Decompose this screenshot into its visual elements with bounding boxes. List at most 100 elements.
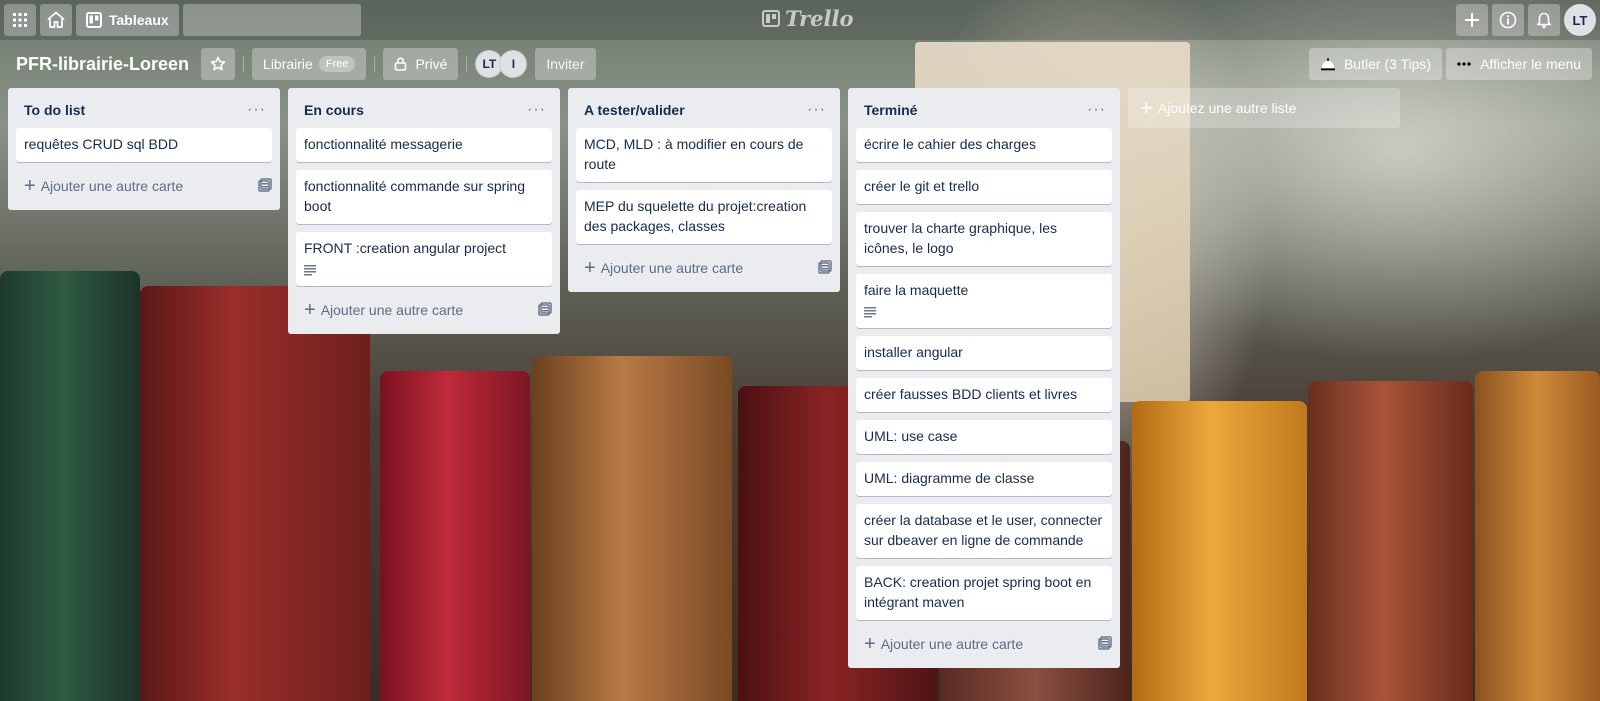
- list-footer: + Ajouter une autre carte: [848, 628, 1120, 666]
- home-icon: [47, 11, 65, 28]
- plus-icon: +: [304, 299, 316, 321]
- card[interactable]: UML: use case: [856, 420, 1112, 454]
- list-termine[interactable]: Terminé ··· écrire le cahier des charges…: [848, 88, 1120, 668]
- card[interactable]: fonctionnalité messagerie: [296, 128, 552, 162]
- board-title[interactable]: PFR-librairie-Loreen: [16, 54, 189, 75]
- list-menu-icon[interactable]: ···: [521, 101, 552, 119]
- card[interactable]: créer la database et le user, connecter …: [856, 504, 1112, 558]
- divider: [243, 56, 245, 72]
- trello-logo[interactable]: Trello: [762, 6, 854, 31]
- add-card-button[interactable]: + Ajouter une autre carte: [576, 256, 751, 280]
- list-menu-icon[interactable]: ···: [1081, 101, 1112, 119]
- card[interactable]: UML: diagramme de classe: [856, 462, 1112, 496]
- description-icon: [864, 304, 1104, 320]
- card-template-icon[interactable]: [538, 301, 552, 319]
- invite-label: Inviter: [546, 56, 585, 72]
- card[interactable]: requêtes CRUD sql BDD: [16, 128, 272, 162]
- add-card-label: Ajouter une autre carte: [600, 260, 744, 276]
- grid-icon: [13, 13, 27, 27]
- card-title: créer la database et le user, connecter …: [864, 512, 1103, 548]
- list-title[interactable]: To do list: [24, 102, 85, 118]
- list-en-cours[interactable]: En cours ··· fonctionnalité messagerie f…: [288, 88, 560, 334]
- card[interactable]: MEP du squelette du projet:creation des …: [576, 190, 832, 244]
- visibility-button[interactable]: Privé: [383, 48, 459, 80]
- list-footer: + Ajouter une autre carte: [568, 252, 840, 290]
- plan-badge: Free: [318, 56, 356, 72]
- card-template-icon[interactable]: [1098, 635, 1112, 653]
- star-icon: [210, 56, 226, 71]
- add-card-button[interactable]: + Ajouter une autre carte: [856, 632, 1031, 656]
- home-button[interactable]: [40, 4, 72, 36]
- card-title: installer angular: [864, 344, 963, 360]
- card[interactable]: BACK: creation projet spring boot en int…: [856, 566, 1112, 620]
- card-title: trouver la charte graphique, les icônes,…: [864, 220, 1057, 256]
- card-template-icon[interactable]: [258, 177, 272, 195]
- description-icon: [304, 262, 544, 278]
- bell-icon: [1536, 12, 1552, 28]
- plus-icon: +: [584, 257, 596, 279]
- plus-icon: +: [24, 175, 36, 197]
- boards-label: Tableaux: [109, 12, 169, 28]
- divider: [374, 56, 376, 72]
- search-input[interactable]: [163, 12, 353, 28]
- card-list: requêtes CRUD sql BDD: [8, 128, 280, 162]
- plus-icon: [1465, 13, 1479, 27]
- card-list: fonctionnalité messagerie fonctionnalité…: [288, 128, 560, 286]
- user-avatar[interactable]: LT: [1564, 4, 1596, 36]
- card[interactable]: fonctionnalité commande sur spring boot: [296, 170, 552, 224]
- lock-icon: [395, 57, 407, 71]
- info-icon: [1499, 11, 1517, 29]
- card[interactable]: MCD, MLD : à modifier en cours de route: [576, 128, 832, 182]
- card-title: créer le git et trello: [864, 178, 980, 194]
- butler-button[interactable]: Butler (3 Tips): [1308, 48, 1443, 80]
- add-list-label: Ajoutez une autre liste: [1157, 100, 1297, 116]
- apps-button[interactable]: [4, 4, 36, 36]
- plus-icon: +: [1140, 95, 1153, 120]
- create-button[interactable]: [1456, 4, 1488, 36]
- info-button[interactable]: [1492, 4, 1524, 36]
- list-menu-icon[interactable]: ···: [801, 101, 832, 119]
- card-template-icon[interactable]: [818, 259, 832, 277]
- list-title[interactable]: Terminé: [864, 102, 917, 118]
- list-header: En cours ···: [288, 88, 560, 128]
- show-menu-button[interactable]: Afficher le menu: [1446, 48, 1592, 80]
- list-title[interactable]: En cours: [304, 102, 364, 118]
- member-avatar[interactable]: I: [499, 50, 528, 78]
- show-menu-label: Afficher le menu: [1480, 56, 1581, 72]
- list-header: Terminé ···: [848, 88, 1120, 128]
- invite-button[interactable]: Inviter: [535, 48, 596, 80]
- card[interactable]: trouver la charte graphique, les icônes,…: [856, 212, 1112, 266]
- card[interactable]: créer fausses BDD clients et livres: [856, 378, 1112, 412]
- search-bar[interactable]: [163, 4, 361, 36]
- list-footer: + Ajouter une autre carte: [8, 170, 280, 208]
- card-title: créer fausses BDD clients et livres: [864, 386, 1078, 402]
- logo-text: Trello: [785, 6, 854, 31]
- list-menu-icon[interactable]: ···: [241, 101, 272, 119]
- plus-icon: +: [864, 633, 876, 655]
- card[interactable]: écrire le cahier des charges: [856, 128, 1112, 162]
- add-card-label: Ajouter une autre carte: [320, 302, 464, 318]
- add-list-button[interactable]: + Ajoutez une autre liste: [1128, 88, 1400, 128]
- list-a-tester[interactable]: A tester/valider ··· MCD, MLD : à modifi…: [568, 88, 840, 292]
- list-to-do[interactable]: To do list ··· requêtes CRUD sql BDD + Aj…: [8, 88, 280, 210]
- card[interactable]: installer angular: [856, 336, 1112, 370]
- card[interactable]: créer le git et trello: [856, 170, 1112, 204]
- card-title: BACK: creation projet spring boot en int…: [864, 574, 1092, 610]
- card-title: fonctionnalité commande sur spring boot: [304, 178, 526, 214]
- list-header: To do list ···: [8, 88, 280, 128]
- add-card-button[interactable]: + Ajouter une autre carte: [296, 298, 471, 322]
- card-title: MEP du squelette du projet:creation des …: [584, 198, 807, 234]
- board-header: PFR-librairie-Loreen Librairie Free Priv…: [0, 40, 1600, 88]
- notifications-button[interactable]: [1528, 4, 1560, 36]
- card[interactable]: faire la maquette: [856, 274, 1112, 328]
- star-button[interactable]: [201, 48, 236, 80]
- top-header: Tableaux Trello LT: [0, 0, 1600, 40]
- card[interactable]: FRONT :creation angular project: [296, 232, 552, 286]
- ellipsis-icon: [1457, 62, 1471, 66]
- team-button[interactable]: Librairie Free: [252, 48, 367, 80]
- list-title[interactable]: A tester/valider: [584, 102, 685, 118]
- add-card-button[interactable]: + Ajouter une autre carte: [16, 174, 191, 198]
- card-title: écrire le cahier des charges: [864, 136, 1036, 152]
- card-title: faire la maquette: [864, 282, 969, 298]
- card-title: UML: diagramme de classe: [864, 470, 1035, 486]
